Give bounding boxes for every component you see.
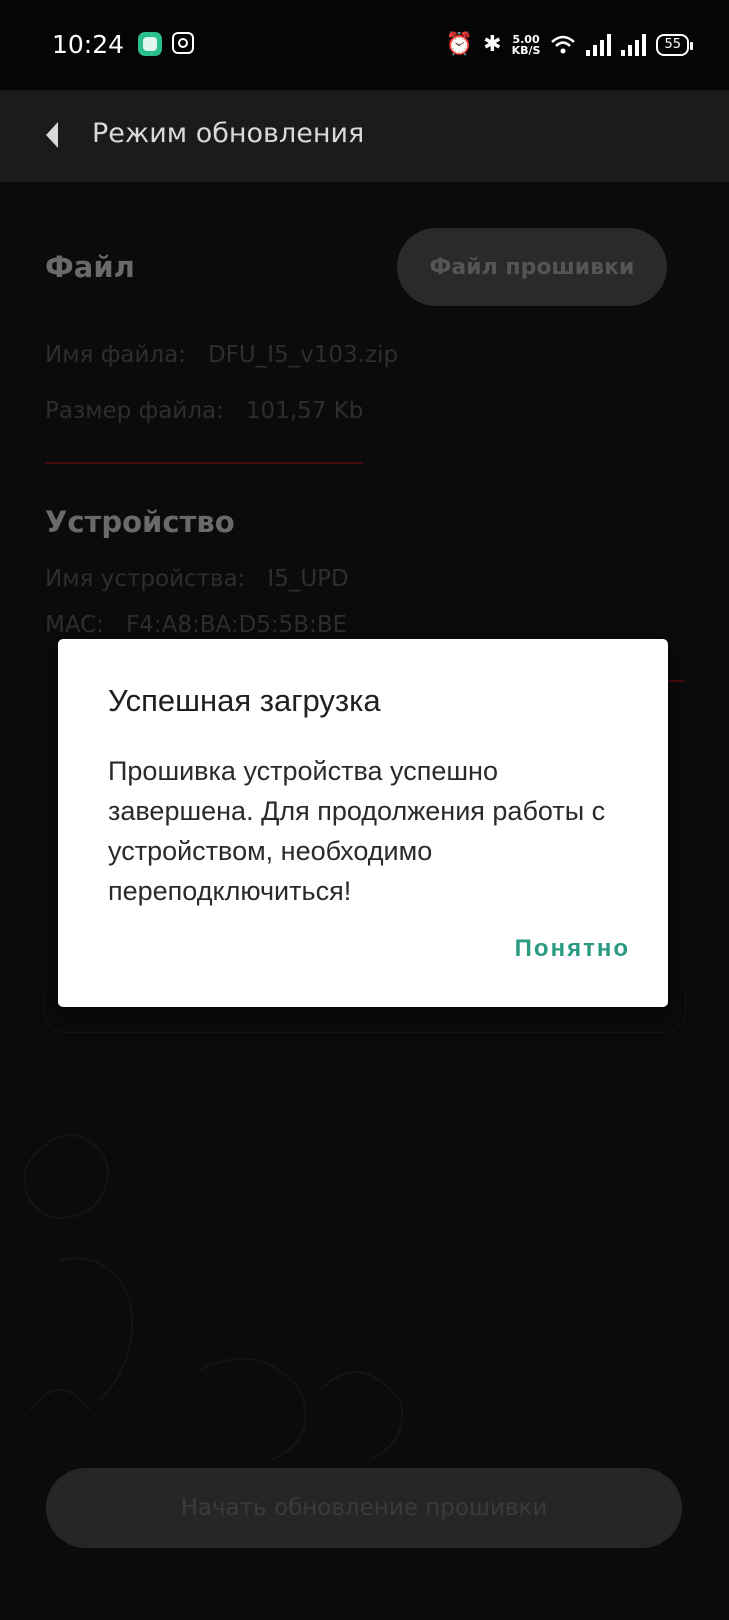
file-size-value: 101,57 Kb	[245, 398, 364, 424]
wifi-icon	[551, 35, 576, 54]
device-mac-value: F4:A8:BA:D5:5B:BE	[125, 612, 348, 638]
device-mac-row: MAC: F4:A8:BA:D5:5B:BE	[45, 612, 347, 638]
back-arrow-icon	[46, 122, 58, 148]
firmware-file-button-label: Файл прошивки	[429, 254, 635, 280]
device-name-value: I5_UPD	[267, 566, 349, 592]
file-section-title: Файл	[45, 250, 135, 284]
dialog-ok-button[interactable]: Понятно	[515, 935, 630, 963]
device-name-row: Имя устройства: I5_UPD	[45, 566, 349, 592]
device-name-label: Имя устройства:	[45, 566, 246, 592]
battery-level: 55	[664, 37, 681, 52]
device-section-title: Устройство	[45, 505, 235, 539]
dialog-title: Успешная загрузка	[108, 683, 381, 718]
start-update-button[interactable]: Начать обновление прошивки	[46, 1468, 682, 1548]
firmware-file-button[interactable]: Файл прошивки	[397, 228, 667, 306]
back-button[interactable]	[38, 110, 88, 160]
file-size-label: Размер файла:	[45, 398, 224, 424]
device-mac-label: MAC:	[45, 612, 104, 638]
file-name-label: Имя файла:	[45, 342, 186, 368]
signal-icon	[586, 34, 612, 56]
success-dialog: Успешная загрузка Прошивка устройства ус…	[58, 639, 668, 1007]
start-update-button-label: Начать обновление прошивки	[180, 1495, 548, 1521]
app-bar: Режим обновления	[0, 90, 729, 182]
net-speed: 5.00 KB/S	[512, 34, 541, 56]
status-bar: 10:24 ⏰ ✱ 5.00 KB/S 55	[0, 0, 729, 90]
net-speed-unit: KB/S	[511, 44, 541, 57]
background-decoration	[23, 1134, 403, 1461]
instagram-icon	[172, 32, 194, 54]
alarm-icon: ⏰	[445, 32, 474, 57]
file-name-value: DFU_I5_v103.zip	[207, 342, 399, 368]
bluetooth-icon: ✱	[483, 32, 502, 57]
app-notification-icon	[138, 32, 162, 56]
file-size-row: Размер файла: 101,57 Kb	[45, 398, 363, 424]
signal-icon	[621, 34, 647, 56]
status-icons: ⏰ ✱ 5.00 KB/S 55	[445, 28, 693, 62]
file-name-row: Имя файла: DFU_I5_v103.zip	[45, 342, 398, 368]
page-title: Режим обновления	[92, 118, 365, 149]
battery-icon: 55	[656, 34, 693, 56]
file-section-divider	[45, 462, 363, 464]
status-time: 10:24	[52, 30, 125, 59]
dialog-message: Прошивка устройства успешно завершена. Д…	[108, 756, 606, 906]
